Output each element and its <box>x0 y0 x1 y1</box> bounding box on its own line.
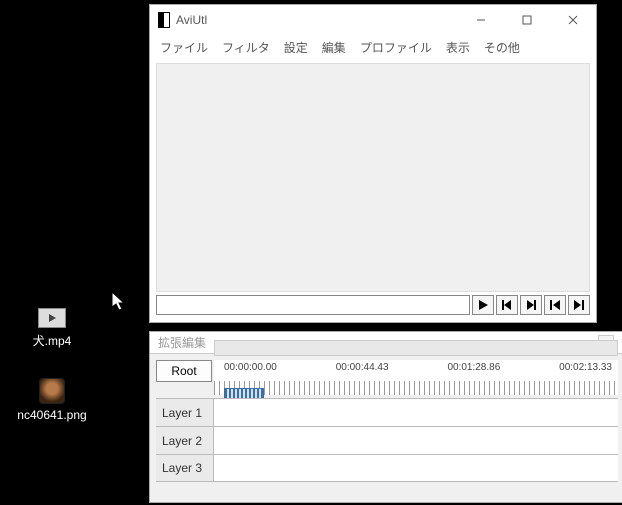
timeline-root-button[interactable]: Root <box>156 360 212 382</box>
layer-label[interactable]: Layer 1 <box>156 399 214 426</box>
desktop-file-image[interactable]: nc40641.png <box>12 378 92 422</box>
desktop-file-video[interactable]: 犬.mp4 <box>12 308 92 349</box>
play-button[interactable] <box>472 295 494 315</box>
layer-row: Layer 1 <box>156 398 618 426</box>
menu-filter[interactable]: フィルタ <box>222 39 270 56</box>
window-title: AviUtl <box>176 13 458 27</box>
layer-label[interactable]: Layer 3 <box>156 455 214 481</box>
app-icon <box>158 12 170 28</box>
layer-track[interactable] <box>214 427 618 454</box>
timeline-layers: Layer 1 Layer 2 Layer 3 <box>156 398 618 482</box>
time-marker: 00:02:13.33 <box>559 362 612 373</box>
layer-track[interactable] <box>214 455 618 481</box>
time-marker: 00:00:44.43 <box>336 362 389 373</box>
file-label: 犬.mp4 <box>12 332 92 349</box>
maximize-button[interactable] <box>504 5 550 35</box>
titlebar[interactable]: AviUtl <box>150 5 596 35</box>
step-forward-icon <box>525 299 537 311</box>
play-icon <box>477 299 489 311</box>
step-forward-button[interactable] <box>520 295 542 315</box>
close-button[interactable] <box>550 5 596 35</box>
ruler-ticks <box>214 381 618 395</box>
menu-settings[interactable]: 設定 <box>284 39 308 56</box>
seek-slider[interactable] <box>156 295 470 315</box>
minimize-button[interactable] <box>458 5 504 35</box>
playback-bar <box>156 294 590 316</box>
go-end-icon <box>573 299 585 311</box>
timeline-ruler[interactable]: 00:00:00.00 00:00:44.43 00:01:28.86 00:0… <box>214 360 618 395</box>
timeline-scrollbar[interactable] <box>214 340 618 356</box>
menu-profile[interactable]: プロファイル <box>360 39 432 56</box>
go-start-icon <box>549 299 561 311</box>
menu-other[interactable]: その他 <box>484 39 520 56</box>
step-back-icon <box>501 299 513 311</box>
go-end-button[interactable] <box>568 295 590 315</box>
step-back-button[interactable] <box>496 295 518 315</box>
layer-track[interactable] <box>214 399 618 426</box>
menu-view[interactable]: 表示 <box>446 39 470 56</box>
timeline-title: 拡張編集 <box>158 334 206 351</box>
video-thumbnail-icon <box>38 308 66 328</box>
timeline-window: 拡張編集 Root 00:00:00.00 00:00:44.43 00:01:… <box>149 331 622 503</box>
menu-file[interactable]: ファイル <box>160 39 208 56</box>
aviutl-main-window: AviUtl ファイル フィルタ 設定 編集 プロファイル 表示 その他 <box>149 4 597 323</box>
file-label: nc40641.png <box>12 408 92 422</box>
layer-row: Layer 3 <box>156 454 618 482</box>
menubar: ファイル フィルタ 設定 編集 プロファイル 表示 その他 <box>150 35 596 62</box>
go-start-button[interactable] <box>544 295 566 315</box>
menu-edit[interactable]: 編集 <box>322 39 346 56</box>
image-thumbnail-icon <box>39 378 65 404</box>
time-marker: 00:01:28.86 <box>447 362 500 373</box>
time-marker: 00:00:00.00 <box>224 362 277 373</box>
preview-area <box>156 63 590 292</box>
layer-row: Layer 2 <box>156 426 618 454</box>
layer-label[interactable]: Layer 2 <box>156 427 214 454</box>
